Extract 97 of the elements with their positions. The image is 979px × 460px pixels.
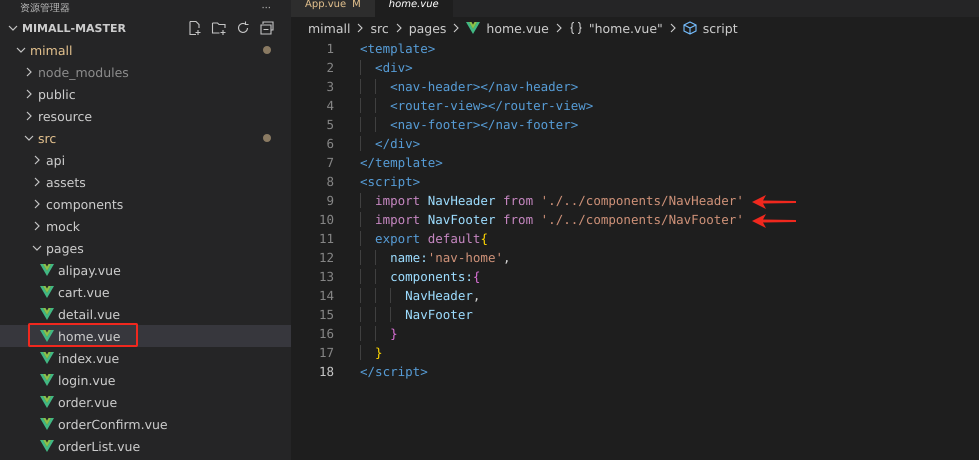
- folder-name[interactable]: mimall: [30, 42, 72, 58]
- line-number: 5: [325, 117, 334, 132]
- workspace-name[interactable]: MIMALL-MASTER: [22, 22, 126, 34]
- line-number: 7: [325, 155, 334, 170]
- breadcrumb-item[interactable]: "home.vue": [588, 20, 663, 36]
- line-number: 2: [325, 60, 334, 75]
- file-name[interactable]: home.vue: [58, 328, 120, 344]
- explorer-title: 资源管理器: [20, 2, 70, 15]
- vue-file-icon: [40, 418, 54, 430]
- vue-file-icon: [40, 330, 54, 342]
- code-line: <nav-header></nav-header>: [360, 79, 578, 94]
- file-name[interactable]: orderConfirm.vue: [58, 416, 168, 432]
- folder-name[interactable]: api: [46, 152, 66, 168]
- vue-file-icon: [40, 286, 54, 298]
- folder-name[interactable]: assets: [46, 174, 86, 190]
- line-number: 6: [325, 136, 334, 151]
- file-name[interactable]: alipay.vue: [58, 262, 121, 278]
- file-name[interactable]: order.vue: [58, 394, 118, 410]
- chevron-icon[interactable]: [24, 111, 34, 121]
- line-number: 14: [318, 288, 334, 303]
- code-line: <template>: [360, 41, 436, 56]
- code-line: import NavHeader from './../components/NavHeader': [360, 193, 744, 208]
- breadcrumb-item[interactable]: src: [370, 20, 389, 36]
- line-number: 11: [318, 231, 334, 246]
- file-name[interactable]: index.vue: [58, 350, 120, 366]
- file-name[interactable]: orderList.vue: [58, 438, 140, 454]
- chevron-icon: [452, 23, 460, 33]
- file-name[interactable]: login.vue: [58, 372, 116, 388]
- folder-name[interactable]: resource: [38, 108, 92, 124]
- breadcrumb-item[interactable]: script: [702, 20, 738, 36]
- line-number: 13: [318, 269, 334, 284]
- chevron-icon[interactable]: [32, 221, 42, 231]
- folder-name[interactable]: mock: [46, 218, 80, 234]
- chevron-icon[interactable]: [32, 177, 42, 187]
- chevron-icon[interactable]: [24, 133, 34, 143]
- chevron-icon[interactable]: [24, 67, 34, 77]
- line-number: 9: [325, 193, 334, 208]
- new-file-icon[interactable]: [187, 20, 203, 36]
- chevron-icon: [554, 23, 563, 33]
- folder-name[interactable]: public: [38, 86, 76, 102]
- code-line: <div>: [360, 60, 413, 75]
- code-line: <nav-footer></nav-footer>: [360, 117, 578, 132]
- chevron-icon[interactable]: [8, 23, 18, 33]
- editor-tab[interactable]: App.vue M: [291, 0, 375, 17]
- line-number: 18: [318, 364, 334, 379]
- chevron-icon[interactable]: [32, 199, 42, 209]
- collapse-icon[interactable]: [259, 20, 275, 36]
- chevron-icon[interactable]: [32, 243, 42, 253]
- vue-file-icon: [40, 440, 54, 452]
- code-line: }: [360, 326, 398, 341]
- line-number: 12: [318, 250, 334, 265]
- line-number: 4: [325, 98, 334, 113]
- vue-file-icon: [466, 22, 480, 34]
- breadcrumb-item[interactable]: pages: [408, 20, 446, 36]
- braces-icon: [568, 21, 583, 35]
- vue-file-icon: [40, 352, 54, 364]
- chevron-icon[interactable]: [32, 155, 42, 165]
- code-line: import NavFooter from './../components/NavFooter': [360, 212, 744, 227]
- vue-file-icon: [40, 264, 54, 276]
- vue-file-icon: [40, 374, 54, 386]
- folder-name[interactable]: components: [46, 196, 124, 212]
- line-number: 16: [318, 326, 334, 341]
- vue-file-icon: [40, 308, 54, 320]
- more-actions[interactable]: ···: [261, 2, 271, 15]
- code-line: <router-view></router-view>: [360, 98, 594, 113]
- code-line: export default{: [360, 231, 488, 246]
- line-number: 8: [325, 174, 334, 189]
- line-number: 10: [318, 212, 334, 227]
- chevron-icon: [356, 23, 364, 33]
- folder-name[interactable]: src: [38, 130, 56, 146]
- line-number: 15: [318, 307, 334, 322]
- vue-file-icon: [40, 396, 54, 408]
- new-folder-icon[interactable]: [211, 20, 227, 36]
- code-line: </script>: [360, 364, 428, 379]
- folder-name[interactable]: node_modules: [38, 64, 129, 80]
- chevron-icon: [668, 23, 677, 33]
- code-line: components:{: [360, 269, 480, 284]
- breadcrumb-item[interactable]: mimall: [308, 20, 350, 36]
- chevron-icon[interactable]: [16, 45, 26, 55]
- code-line: NavFooter: [360, 307, 473, 322]
- folder-name[interactable]: pages: [46, 240, 84, 256]
- line-number: 1: [325, 41, 334, 56]
- file-name[interactable]: detail.vue: [58, 306, 120, 322]
- code-line: name:'nav-home',: [360, 250, 511, 265]
- refresh-icon[interactable]: [235, 20, 251, 36]
- code-line: }: [360, 345, 383, 360]
- file-name[interactable]: cart.vue: [58, 284, 110, 300]
- line-number: 3: [325, 79, 334, 94]
- chevron-icon[interactable]: [24, 89, 34, 99]
- code-line: NavHeader,: [360, 288, 480, 303]
- code-line: </template>: [360, 155, 443, 170]
- chevron-icon: [394, 23, 403, 33]
- breadcrumb-item[interactable]: home.vue: [486, 20, 549, 36]
- line-number: 17: [318, 345, 334, 360]
- code-line: <script>: [360, 174, 420, 189]
- code-line: </div>: [360, 136, 420, 151]
- cube-icon: [682, 21, 697, 35]
